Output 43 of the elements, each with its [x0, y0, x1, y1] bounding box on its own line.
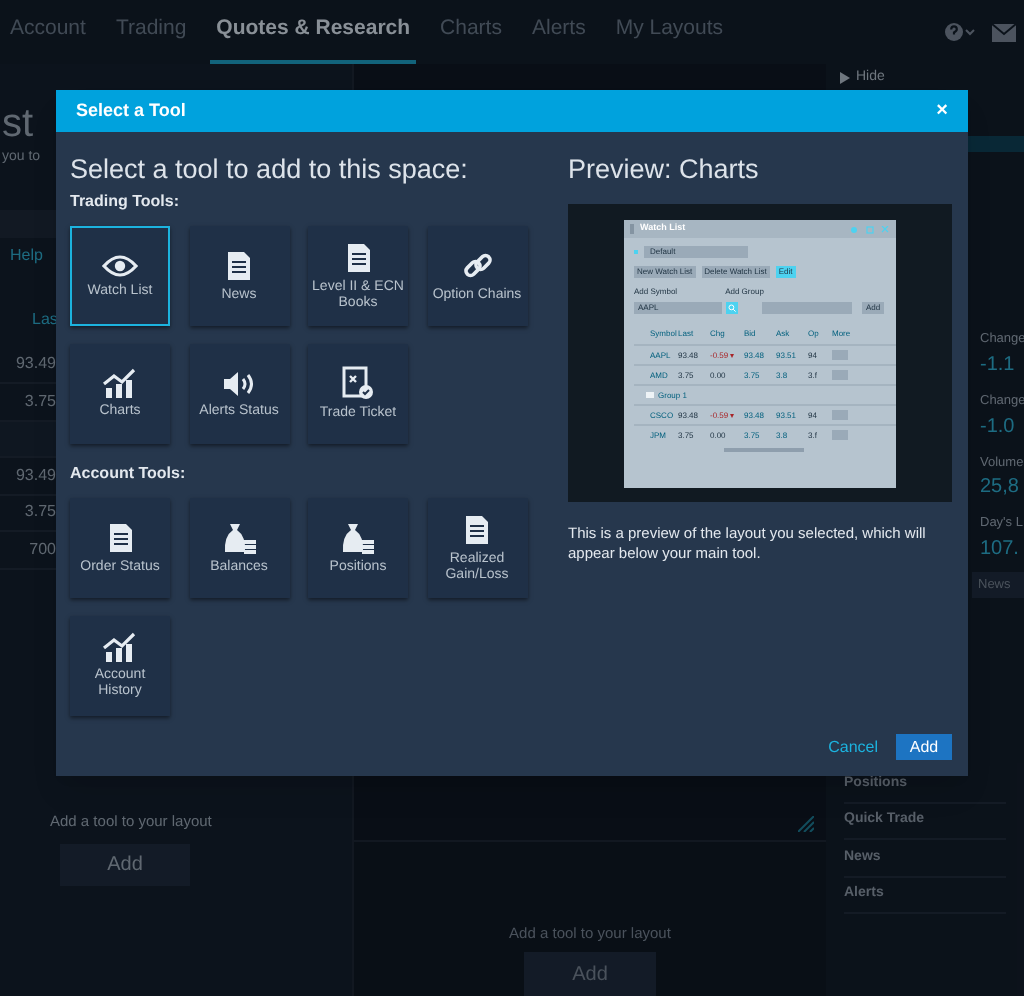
- group-field[interactable]: [762, 302, 852, 315]
- dialog-title: Select a Tool: [76, 97, 186, 124]
- table-cell-text: 93.49: [13, 463, 56, 488]
- quote-value: 107.: [980, 536, 1019, 564]
- mail-icon[interactable]: [992, 23, 1016, 41]
- drag-handle-icon: [630, 224, 634, 235]
- document-icon: [107, 521, 133, 554]
- window-controls-icon: [850, 225, 890, 234]
- scrollbar: [724, 448, 804, 452]
- preview-title: Preview: Charts: [568, 152, 761, 188]
- quote-value: -1.0: [980, 413, 1015, 441]
- eye-icon: [102, 253, 138, 278]
- table-cell-text: 700: [27, 537, 56, 562]
- money-bag-icon: [340, 521, 376, 554]
- cancel-link[interactable]: Cancel: [828, 735, 878, 759]
- section-title: Trading Tools:: [70, 190, 182, 215]
- folder-icon: [646, 392, 654, 399]
- money-bag-icon: [221, 521, 257, 554]
- resize-handle-icon[interactable]: [798, 816, 814, 832]
- close-button[interactable]: ×: [936, 101, 948, 121]
- quote-value: -1.1: [980, 351, 1015, 380]
- add-button[interactable]: Add: [896, 734, 952, 760]
- table-cell-text: 93.49: [13, 352, 56, 377]
- dialog-heading: Select a tool to add to this space:: [70, 152, 470, 188]
- document-icon: [464, 513, 490, 546]
- bar-chart-icon: [102, 368, 138, 399]
- play-icon: [840, 72, 850, 84]
- quote-value: 25,8: [980, 474, 1019, 503]
- add-button[interactable]: Add: [60, 843, 190, 886]
- table-cell-text: 3.75: [22, 389, 56, 414]
- document-icon: [226, 249, 252, 282]
- ticket-icon: [342, 366, 374, 401]
- search-icon[interactable]: [726, 302, 738, 315]
- column-header: Las: [32, 307, 58, 331]
- link-icon: [461, 249, 493, 282]
- help-link[interactable]: Help: [10, 243, 43, 267]
- table-cell-text: 3.75: [22, 500, 56, 525]
- speaker-icon: [221, 369, 257, 398]
- document-icon: [345, 241, 371, 274]
- section-title: Account Tools:: [70, 462, 188, 487]
- help-icon[interactable]: [944, 22, 976, 42]
- bar-chart-icon: [102, 632, 138, 663]
- panel-title: st: [2, 100, 34, 148]
